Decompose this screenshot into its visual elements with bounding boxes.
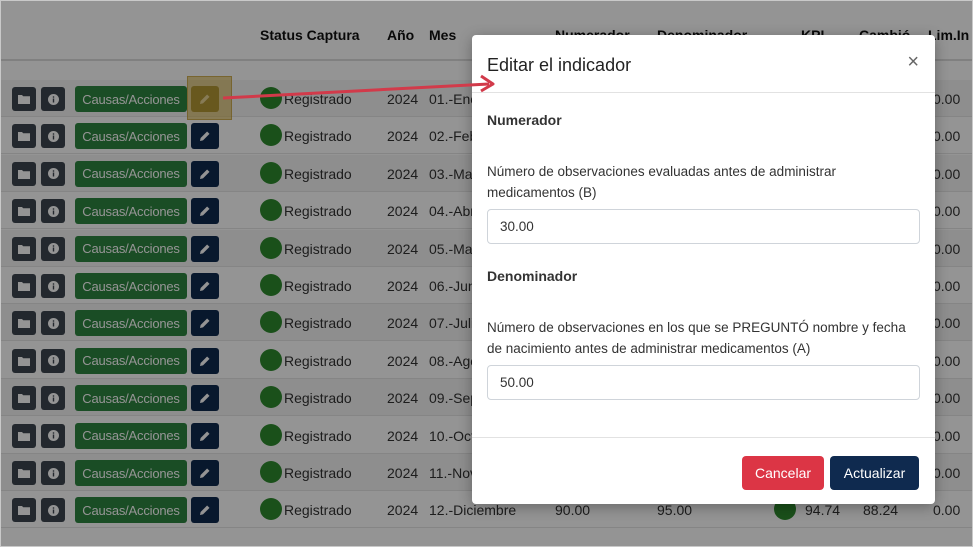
numerator-input[interactable]: 30.00 xyxy=(487,209,920,244)
update-button[interactable]: Actualizar xyxy=(830,456,919,490)
denominator-input[interactable]: 50.00 xyxy=(487,365,920,400)
numerator-description: Número de observaciones evaluadas antes … xyxy=(487,164,836,200)
modal-title: Editar el indicador xyxy=(487,55,632,75)
denominator-description: Número de observaciones en los que se PR… xyxy=(487,320,906,356)
close-icon[interactable]: × xyxy=(907,51,919,74)
modal-header: Editar el indicador × xyxy=(472,35,935,93)
edit-indicator-modal: Editar el indicador × Numerador Número d… xyxy=(472,35,935,504)
denominator-label: Denominador xyxy=(487,268,578,284)
modal-footer: Cancelar Actualizar xyxy=(472,437,935,504)
cancel-button[interactable]: Cancelar xyxy=(742,456,824,490)
screen: Status Captura Año Mes Numerador Denomin… xyxy=(0,0,973,547)
numerator-label: Numerador xyxy=(487,112,562,128)
